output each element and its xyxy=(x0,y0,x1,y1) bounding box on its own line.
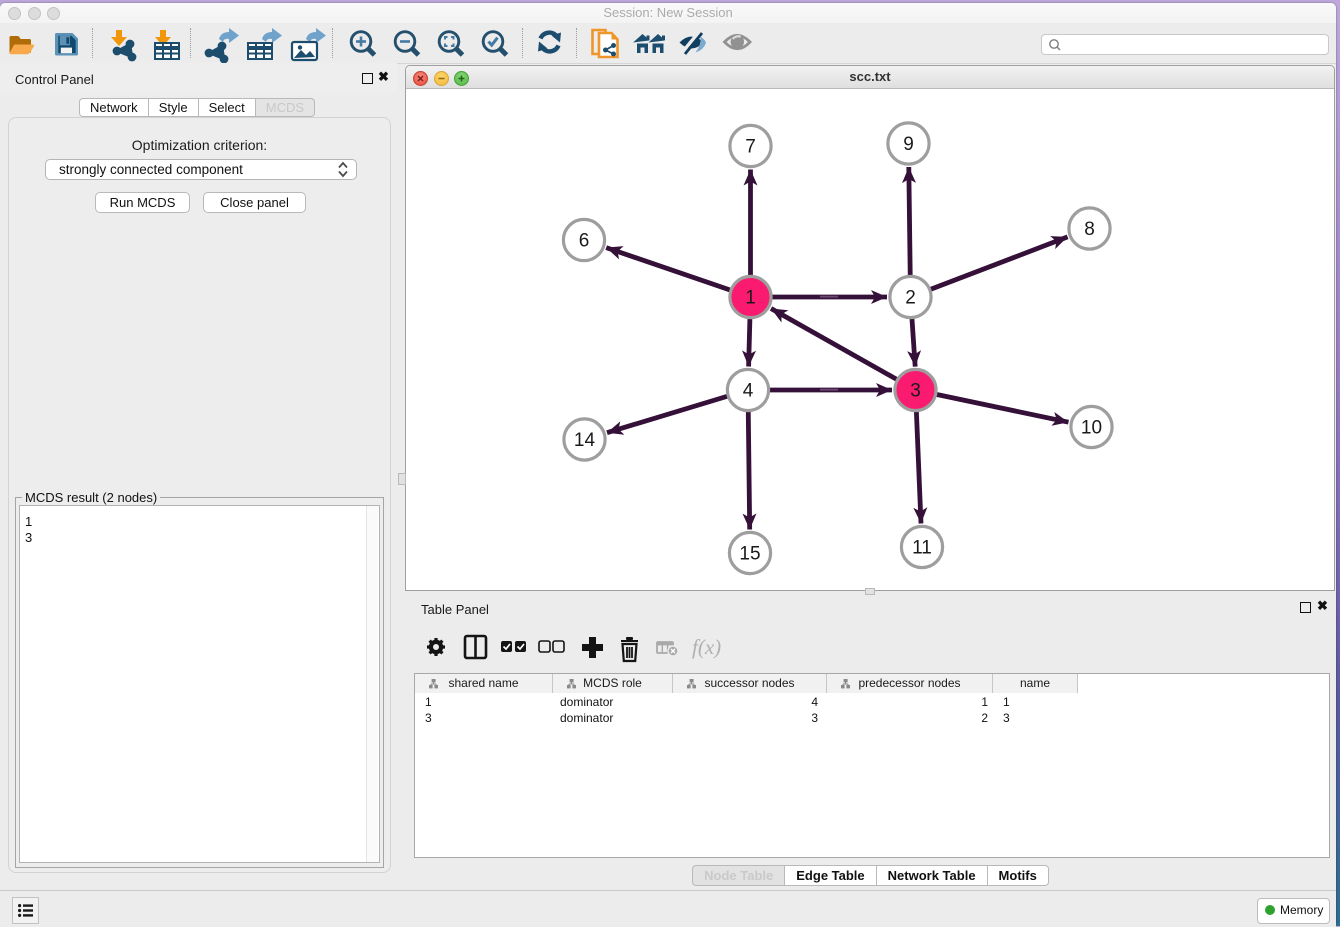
svg-text:9: 9 xyxy=(903,134,914,155)
svg-text:14: 14 xyxy=(574,430,596,451)
svg-text:3: 3 xyxy=(910,381,921,402)
svg-text:2: 2 xyxy=(905,288,916,309)
svg-text:7: 7 xyxy=(745,137,756,158)
svg-text:f(x): f(x) xyxy=(692,635,721,659)
svg-text:1: 1 xyxy=(745,288,756,309)
svg-text:8: 8 xyxy=(1084,219,1095,240)
svg-text:6: 6 xyxy=(579,231,590,252)
svg-text:4: 4 xyxy=(743,381,754,402)
svg-text:11: 11 xyxy=(912,538,932,559)
svg-text:15: 15 xyxy=(739,544,760,565)
svg-text:10: 10 xyxy=(1081,418,1102,439)
